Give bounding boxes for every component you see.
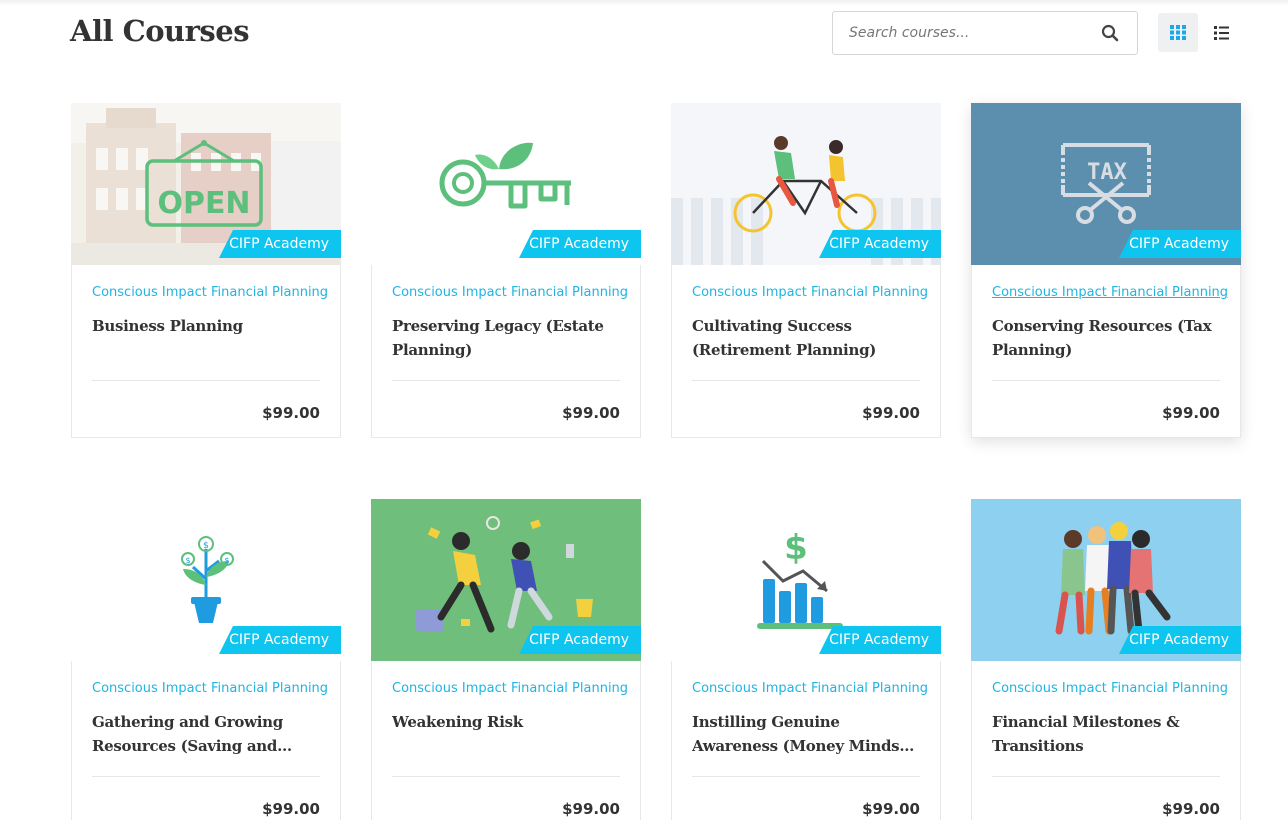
- academy-badge: CIFP Academy: [819, 230, 941, 258]
- course-card[interactable]: $ CIFP Academy Conscious Impact Financia…: [671, 499, 941, 820]
- svg-text:$: $: [784, 528, 808, 568]
- divider: [92, 776, 320, 777]
- academy-badge: CIFP Academy: [219, 230, 341, 258]
- course-price: $99.00: [262, 800, 320, 818]
- course-author-link[interactable]: Conscious Impact Financial Planning: [692, 681, 928, 696]
- divider: [692, 380, 920, 381]
- academy-badge: CIFP Academy: [519, 626, 641, 654]
- course-author-link[interactable]: Conscious Impact Financial Planning: [992, 681, 1228, 696]
- header-shadow: [0, 0, 1288, 6]
- course-card[interactable]: CIFP Academy Conscious Impact Financial …: [371, 499, 641, 820]
- course-price: $99.00: [1162, 404, 1220, 422]
- course-price: $99.00: [562, 404, 620, 422]
- svg-text:$: $: [185, 556, 190, 565]
- divider: [92, 380, 320, 381]
- course-title[interactable]: Financial Milestones & Transitions: [992, 710, 1222, 758]
- course-author-link[interactable]: Conscious Impact Financial Planning: [392, 681, 628, 696]
- academy-badge: CIFP Academy: [519, 230, 641, 258]
- svg-text:TAX: TAX: [1087, 160, 1127, 185]
- course-price: $99.00: [1162, 800, 1220, 818]
- course-title[interactable]: Weakening Risk: [392, 710, 622, 734]
- list-icon: [1214, 26, 1229, 40]
- course-author-link[interactable]: Conscious Impact Financial Planning: [692, 285, 928, 300]
- svg-text:OPEN: OPEN: [157, 186, 250, 221]
- course-price: $99.00: [862, 404, 920, 422]
- course-author-link[interactable]: Conscious Impact Financial Planning: [92, 285, 328, 300]
- course-card[interactable]: CIFP Academy Conscious Impact Financial …: [371, 103, 641, 438]
- course-author-link[interactable]: Conscious Impact Financial Planning: [992, 285, 1228, 300]
- academy-badge: CIFP Academy: [1119, 626, 1241, 654]
- svg-text:$: $: [224, 556, 229, 565]
- course-title[interactable]: Conserving Resources (Tax Planning): [992, 314, 1222, 362]
- grid-view-button[interactable]: [1158, 13, 1198, 52]
- course-title[interactable]: Preserving Legacy (Estate Planning): [392, 314, 622, 362]
- course-card[interactable]: TAX CIFP Academy Conscious Impact Financ…: [971, 103, 1241, 438]
- divider: [392, 380, 620, 381]
- course-author-link[interactable]: Conscious Impact Financial Planning: [92, 681, 328, 696]
- search-box: [832, 11, 1138, 55]
- academy-badge: CIFP Academy: [819, 626, 941, 654]
- course-title[interactable]: Cultivating Success (Retirement Planning…: [692, 314, 922, 362]
- divider: [992, 776, 1220, 777]
- course-title[interactable]: Business Planning: [92, 314, 322, 338]
- page-title: All Courses: [70, 14, 250, 48]
- course-title[interactable]: Gathering and Growing Resources (Saving …: [92, 710, 322, 758]
- academy-badge: CIFP Academy: [219, 626, 341, 654]
- course-price: $99.00: [562, 800, 620, 818]
- course-price: $99.00: [862, 800, 920, 818]
- course-card[interactable]: $ $ $ CIFP Academy Conscious Impact Fina…: [71, 499, 341, 820]
- divider: [392, 776, 620, 777]
- grid-icon: [1170, 25, 1186, 40]
- academy-badge: CIFP Academy: [1119, 230, 1241, 258]
- course-card[interactable]: OPEN CIFP Academy Conscious Impact Finan…: [71, 103, 341, 438]
- course-card[interactable]: CIFP Academy Conscious Impact Financial …: [971, 499, 1241, 820]
- course-author-link[interactable]: Conscious Impact Financial Planning: [392, 285, 628, 300]
- search-input[interactable]: [849, 22, 1079, 44]
- divider: [992, 380, 1220, 381]
- course-price: $99.00: [262, 404, 320, 422]
- divider: [692, 776, 920, 777]
- course-title[interactable]: Instilling Genuine Awareness (Money Mind…: [692, 710, 922, 758]
- course-card[interactable]: CIFP Academy Conscious Impact Financial …: [671, 103, 941, 438]
- svg-text:$: $: [203, 541, 209, 551]
- search-icon[interactable]: [1101, 24, 1121, 44]
- list-view-button[interactable]: [1203, 13, 1239, 52]
